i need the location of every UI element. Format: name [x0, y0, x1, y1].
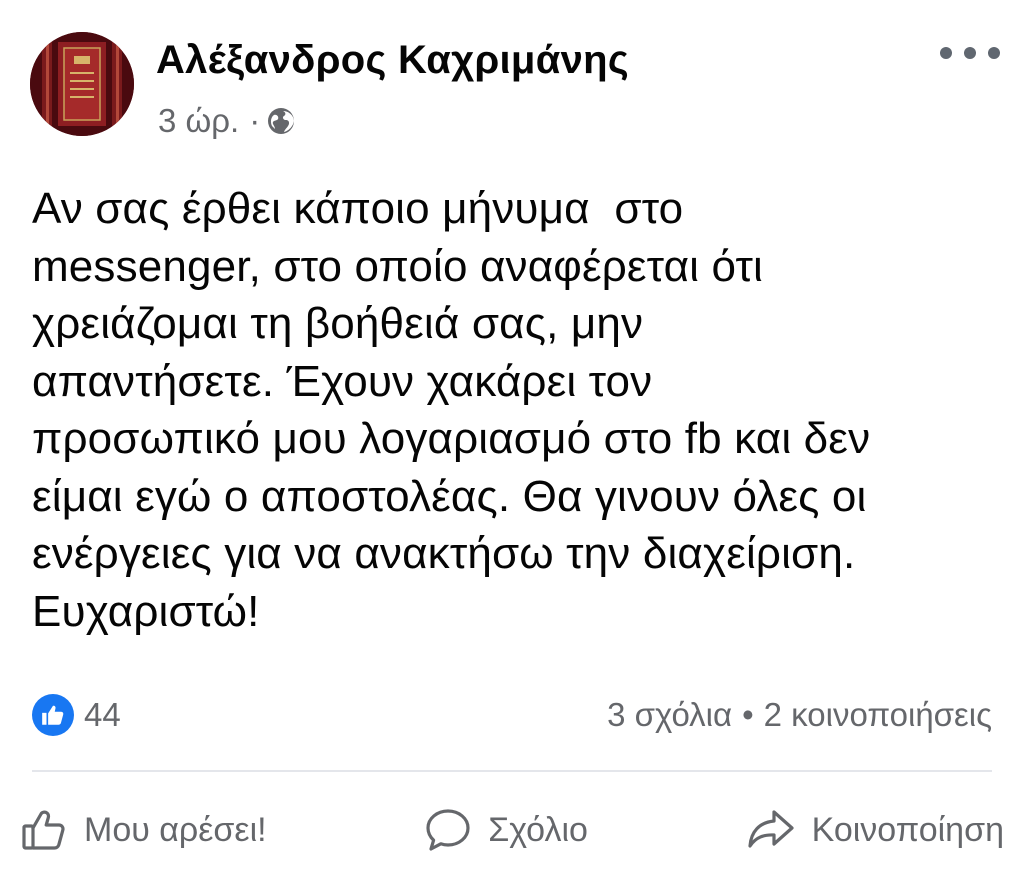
engagement-counts: 3 σχόλια • 2 κοινοποιήσεις [607, 696, 992, 734]
share-button[interactable]: Κοινοποίηση [746, 808, 1004, 852]
avatar[interactable] [30, 32, 134, 136]
post-stats: 44 3 σχόλια • 2 κοινοποιήσεις [32, 690, 992, 740]
post-meta: 3 ώρ. · [158, 102, 296, 140]
more-dot [964, 47, 976, 59]
meta-separator: · [249, 102, 261, 139]
comment-icon [424, 806, 472, 854]
post-time[interactable]: 3 ώρ. [158, 102, 239, 140]
comment-label: Σχόλιο [488, 810, 588, 849]
counts-separator: • [742, 696, 754, 733]
comments-count[interactable]: 3 σχόλια [607, 696, 732, 734]
comment-button[interactable]: Σχόλιο [424, 806, 588, 854]
divider [32, 770, 992, 772]
like-button[interactable]: Μου αρέσει! [20, 806, 267, 854]
post-text: Αν σας έρθει κάποιο μήνυμα στο messenger… [32, 184, 871, 636]
reactions-summary[interactable]: 44 [32, 694, 121, 736]
share-arrow-icon [746, 808, 796, 852]
avatar-image [30, 32, 134, 136]
like-reaction-icon [32, 694, 74, 736]
more-dot [988, 47, 1000, 59]
likes-count: 44 [84, 696, 121, 733]
shares-count[interactable]: 2 κοινοποιήσεις [764, 696, 992, 734]
globe-icon [266, 106, 296, 136]
more-horizontal-icon [940, 47, 952, 59]
author-name[interactable]: Αλέξανδρος Καχριμάνης [156, 38, 629, 83]
like-label: Μου αρέσει! [84, 810, 267, 849]
thumbs-up-icon [20, 806, 68, 854]
facebook-post: Αλέξανδρος Καχριμάνης 3 ώρ. · Αν σας έρθ… [0, 0, 1024, 888]
share-label: Κοινοποίηση [811, 810, 1004, 849]
post-header: Αλέξανδρος Καχριμάνης 3 ώρ. · [30, 32, 1000, 142]
more-options-button[interactable] [940, 38, 1000, 68]
post-actions: Μου αρέσει! Σχόλιο Κοινοποίηση [20, 800, 1004, 860]
